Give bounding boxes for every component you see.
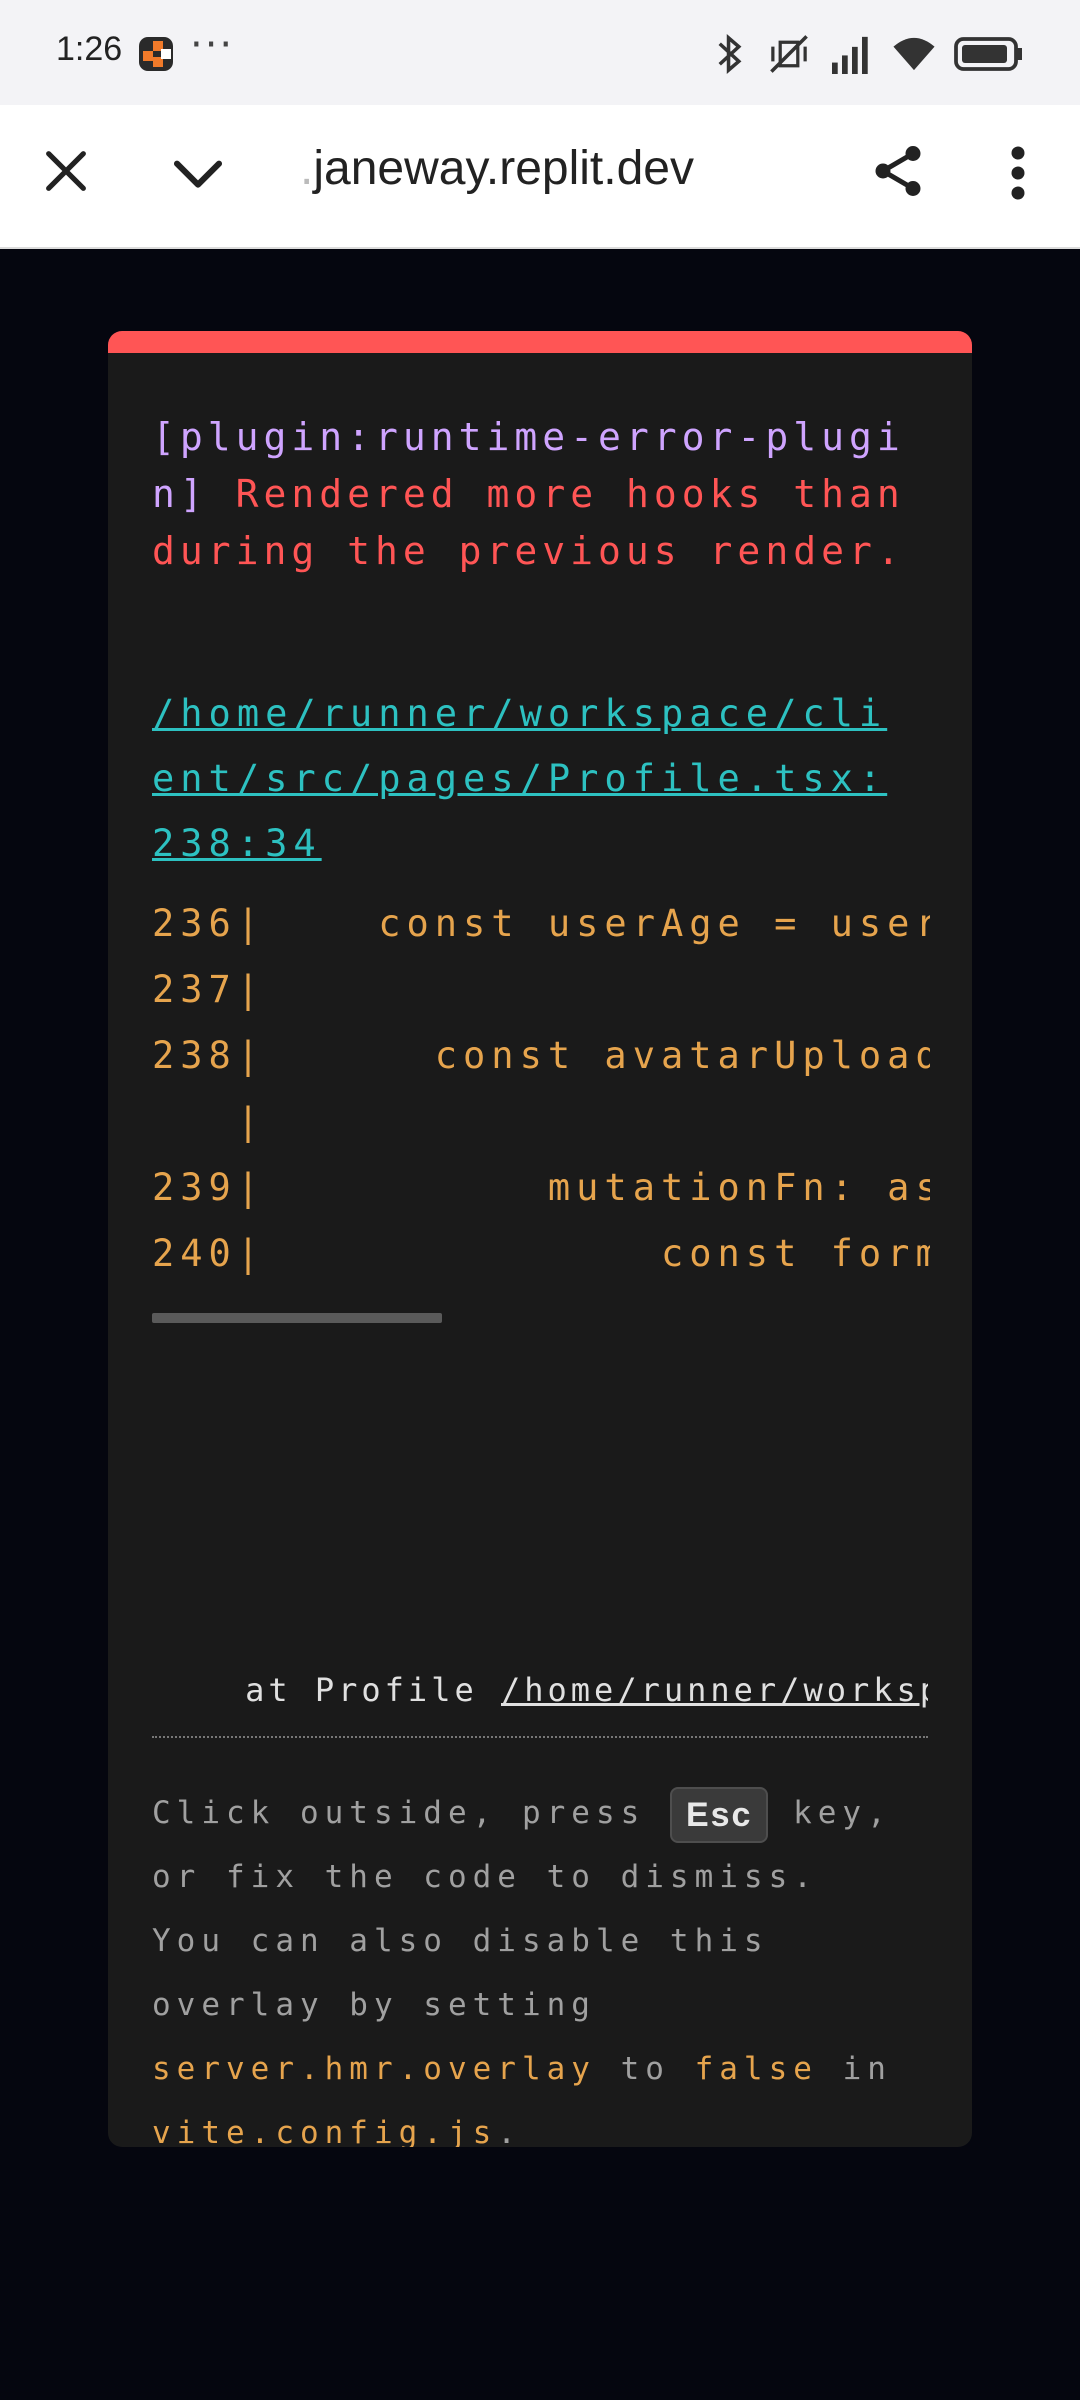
tip-code: vite.config.js <box>152 2115 498 2147</box>
tip-code: server.hmr.overlay <box>152 2051 596 2087</box>
code-line: 240| const formD <box>152 1232 930 1275</box>
status-time: 1:26 <box>56 30 123 68</box>
vibrate-off-icon <box>770 35 808 73</box>
status-overflow: ··· <box>190 22 235 68</box>
code-line: 238| const avatarUploadM <box>152 1034 930 1077</box>
wifi-icon <box>893 37 935 71</box>
error-text: Rendered more hooks than during the prev… <box>152 472 905 573</box>
error-file-link[interactable]: /home/runner/workspace/client/src/pages/… <box>152 681 912 876</box>
tip-text: . <box>497 2115 522 2147</box>
error-message: [plugin:runtime-error-plugin] Rendered m… <box>152 409 912 580</box>
tip-text: You can also disable this overlay by set… <box>152 1923 769 2023</box>
browser-toolbar: .janeway.replit.dev <box>0 105 1080 249</box>
code-line: 236| const userAge = user. <box>152 902 930 945</box>
stack-trace: at Profile /home/runner/workspace/client… <box>152 1671 928 1709</box>
divider <box>152 1736 928 1738</box>
battery-icon <box>954 37 1022 71</box>
code-line: 237| <box>152 968 266 1011</box>
stack-prefix: at Profile <box>152 1671 501 1709</box>
signal-icon <box>832 36 868 74</box>
url-bar[interactable]: .janeway.replit.dev <box>300 141 694 196</box>
chevron-down-icon[interactable] <box>170 145 226 201</box>
url-prefix: . <box>300 142 314 195</box>
esc-key: Esc <box>669 1786 769 1843</box>
page-content[interactable]: [plugin:runtime-error-plugin] Rendered m… <box>0 249 1080 2400</box>
more-vert-icon[interactable] <box>1000 143 1036 203</box>
share-icon[interactable] <box>868 141 928 201</box>
code-frame[interactable]: 236| const userAge = user. 237| 238| con… <box>152 891 930 1321</box>
tip-code: false <box>694 2051 818 2087</box>
url-text: janeway.replit.dev <box>313 142 694 195</box>
tip-text: Click outside, press <box>152 1795 670 1831</box>
tip-text: in <box>817 2051 892 2087</box>
status-bar: 1:26 ··· <box>0 0 1080 105</box>
code-horizontal-scrollbar[interactable] <box>152 1313 442 1323</box>
code-line: | <box>152 1100 266 1143</box>
bluetooth-icon <box>718 34 742 74</box>
dismiss-tip: Click outside, press Esc key, or fix the… <box>152 1781 942 2147</box>
app-notification-icon <box>139 37 173 71</box>
stack-file-link[interactable]: /home/runner/workspace/client/src/pages/… <box>501 1671 928 1709</box>
tip-text: to <box>595 2051 695 2087</box>
error-overlay: [plugin:runtime-error-plugin] Rendered m… <box>108 331 972 2147</box>
code-line: 239| mutationFn: asy <box>152 1166 930 1209</box>
close-icon[interactable] <box>40 145 92 197</box>
